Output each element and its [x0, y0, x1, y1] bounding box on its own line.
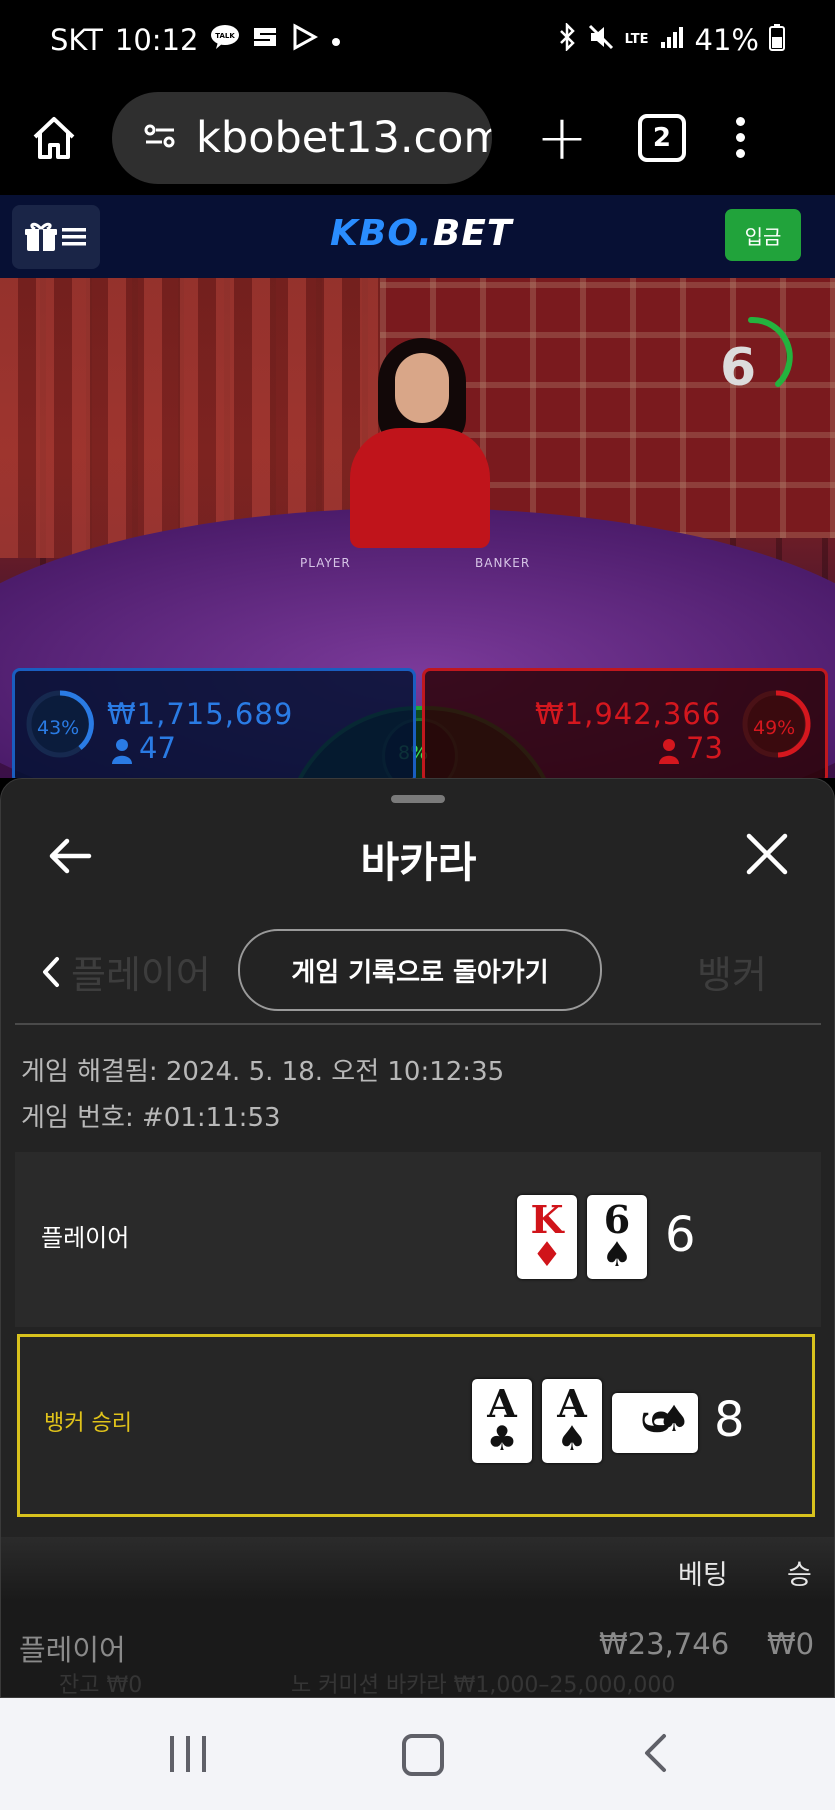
game-detail-sheet: 바카라 플레이어 뱅커 게임 기록으로 돌아가기 게임 해결됨: 2024. 5…	[0, 778, 835, 1698]
back-to-history-button[interactable]: 게임 기록으로 돌아가기	[238, 929, 602, 1011]
table-banker-label: BANKER	[475, 556, 531, 570]
new-tab-button[interactable]: +	[536, 106, 588, 169]
win-column-header: 승	[787, 1560, 812, 1591]
chevron-left-icon[interactable]	[39, 955, 63, 989]
bet-amount: ₩23,746	[599, 1627, 730, 1661]
playing-card: A ♣	[472, 1379, 532, 1463]
sheet-title: 바카라	[360, 838, 477, 887]
banker-amount: ₩1,942,366	[535, 697, 722, 731]
carrier-label: SKT	[50, 23, 103, 57]
live-video: PLAYER BANKER 6 8% 43% ₩1,715,689 47 ₩1,…	[0, 278, 835, 778]
player-hand-row: 플레이어 K ♦ 6 ♠ 6	[15, 1152, 821, 1327]
battery-icon	[769, 23, 785, 57]
more-menu-button[interactable]	[735, 117, 745, 158]
player-hand-label: 플레이어	[41, 1224, 130, 1252]
url-text: kbobet13.com	[196, 112, 492, 163]
ghost-balance: 잔고 ₩0	[59, 1673, 143, 1698]
mute-icon	[587, 23, 615, 57]
dot-icon	[330, 26, 342, 54]
svg-text:TALK: TALK	[216, 32, 236, 40]
player-percent: 43%	[37, 717, 80, 739]
signal-icon	[659, 24, 685, 56]
table-player-label: PLAYER	[300, 556, 351, 570]
gift-icon	[25, 222, 57, 251]
lte-icon: LTE	[624, 32, 649, 47]
system-nav-bar	[0, 1698, 835, 1810]
site-header: KBO.BET 입금	[0, 195, 835, 278]
play-icon	[290, 23, 319, 57]
sheet-handle[interactable]	[391, 795, 445, 803]
back-nav-icon[interactable]	[640, 1732, 670, 1774]
browser-toolbar: kbobet13.com + 2	[0, 80, 835, 195]
address-bar[interactable]: kbobet13.com	[112, 91, 492, 184]
banker-count: 73	[686, 731, 723, 765]
home-nav-button[interactable]	[402, 1734, 444, 1776]
home-icon	[33, 116, 75, 159]
banker-bet-area[interactable]: ₩1,942,366 73 49%	[422, 668, 828, 778]
player-count: 47	[139, 731, 176, 765]
recent-apps-button[interactable]	[170, 1736, 206, 1772]
ghost-banker-tab: 뱅커	[697, 953, 767, 997]
tab-switcher-button[interactable]: 2	[637, 113, 686, 162]
ghost-limit: 노 커미션 바카라 ₩1,000–25,000,000	[291, 1673, 676, 1698]
banker-hand-row: 뱅커 승리 A ♣ A ♠ 9 ♠ 8	[17, 1334, 815, 1517]
bet-table-row: 플레이어 ₩23,746 ₩0 잔고 ₩0 노 커미션 바카라 ₩1,000–2…	[1, 1601, 834, 1698]
site-settings-icon[interactable]	[142, 121, 178, 155]
clock: 10:12	[114, 23, 199, 57]
battery-percent: 41%	[694, 23, 759, 57]
playing-card-sideways: 9 ♠	[612, 1393, 698, 1453]
playing-card: K ♦	[517, 1195, 577, 1279]
win-amount: ₩0	[767, 1627, 815, 1661]
banker-total: 8	[714, 1392, 745, 1448]
banker-win-label: 뱅커 승리	[44, 1411, 132, 1436]
bluetooth-icon	[557, 21, 577, 57]
banker-percent: 49%	[753, 717, 796, 739]
home-button[interactable]	[26, 110, 82, 166]
player-bet-area[interactable]: 43% ₩1,715,689 47	[12, 668, 416, 778]
game-number: 게임 번호: #01:11:53	[21, 1103, 281, 1133]
playing-card: A ♠	[542, 1379, 602, 1463]
menu-button[interactable]	[12, 204, 100, 269]
countdown-number: 6	[720, 338, 757, 398]
bet-table-header: 베팅 승	[1, 1537, 834, 1601]
playing-card: 6 ♠	[587, 1195, 647, 1279]
status-bar: SKT 10:12 TALK LTE 41%	[0, 0, 835, 80]
hamburger-icon	[62, 227, 86, 245]
deposit-button[interactable]: 입금	[725, 209, 801, 261]
player-user-icon	[112, 739, 132, 764]
banker-user-icon	[659, 739, 679, 764]
talk-icon: TALK	[210, 24, 240, 56]
app-icon	[252, 25, 278, 55]
game-resolved-time: 게임 해결됨: 2024. 5. 18. 오전 10:12:35	[21, 1057, 505, 1087]
ghost-player-tab: 플레이어	[71, 953, 211, 997]
player-total: 6	[665, 1207, 696, 1263]
site-logo[interactable]: KBO.BET	[330, 213, 512, 254]
bet-column-header: 베팅	[678, 1560, 728, 1591]
divider	[15, 1023, 821, 1025]
close-icon[interactable]	[744, 831, 790, 877]
bet-side: 플레이어	[19, 1633, 126, 1667]
player-amount: ₩1,715,689	[107, 697, 294, 731]
